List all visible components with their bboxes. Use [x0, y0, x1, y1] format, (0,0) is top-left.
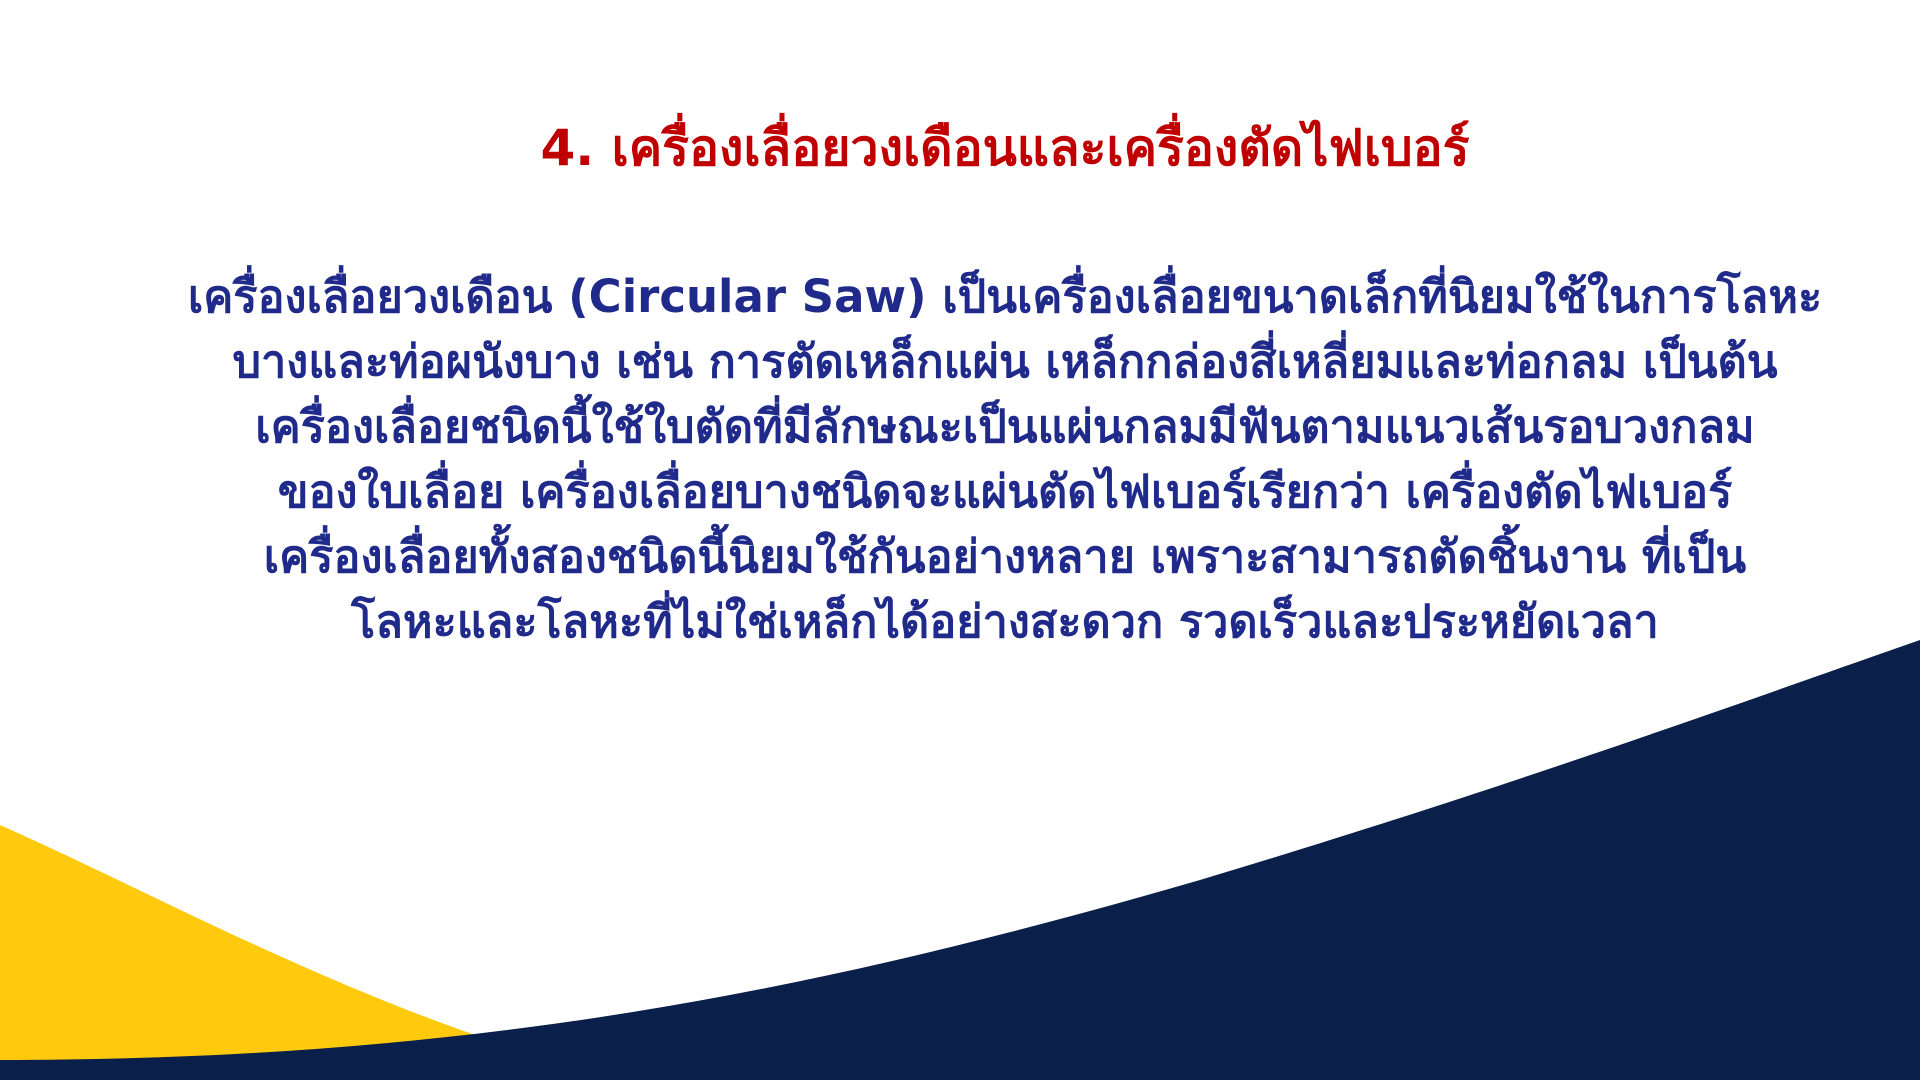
body-line: บางและท่อผนังบาง เช่น การตัดเหล็กแผ่น เห… — [232, 335, 1778, 388]
slide: 4. เครื่องเลื่อยวงเดือนและเครื่องตัดไฟเบ… — [0, 0, 1920, 1080]
body-line: โลหะและโลหะที่ไม่ใช่เหล็กได้อย่างสะดวก ร… — [351, 595, 1659, 648]
slide-title: 4. เครื่องเลื่อยวงเดือนและเครื่องตัดไฟเบ… — [540, 119, 1470, 177]
body-line: เครื่องเลื่อยทั้งสองชนิดนี้นิยมใช้กันอย่… — [263, 530, 1747, 583]
body-line: เครื่องเลื่อยวงเดือน (Circular Saw) เป็น… — [187, 270, 1823, 323]
body-line: เครื่องเลื่อยชนิดนี้ใช้ใบตัดที่มีลักษณะเ… — [255, 400, 1755, 453]
body-line: ของใบเลื่อย เครื่องเลื่อยบางชนิดจะแผ่นตั… — [277, 465, 1733, 518]
body-paragraph: เครื่องเลื่อยวงเดือน (Circular Saw) เป็น… — [110, 264, 1900, 654]
